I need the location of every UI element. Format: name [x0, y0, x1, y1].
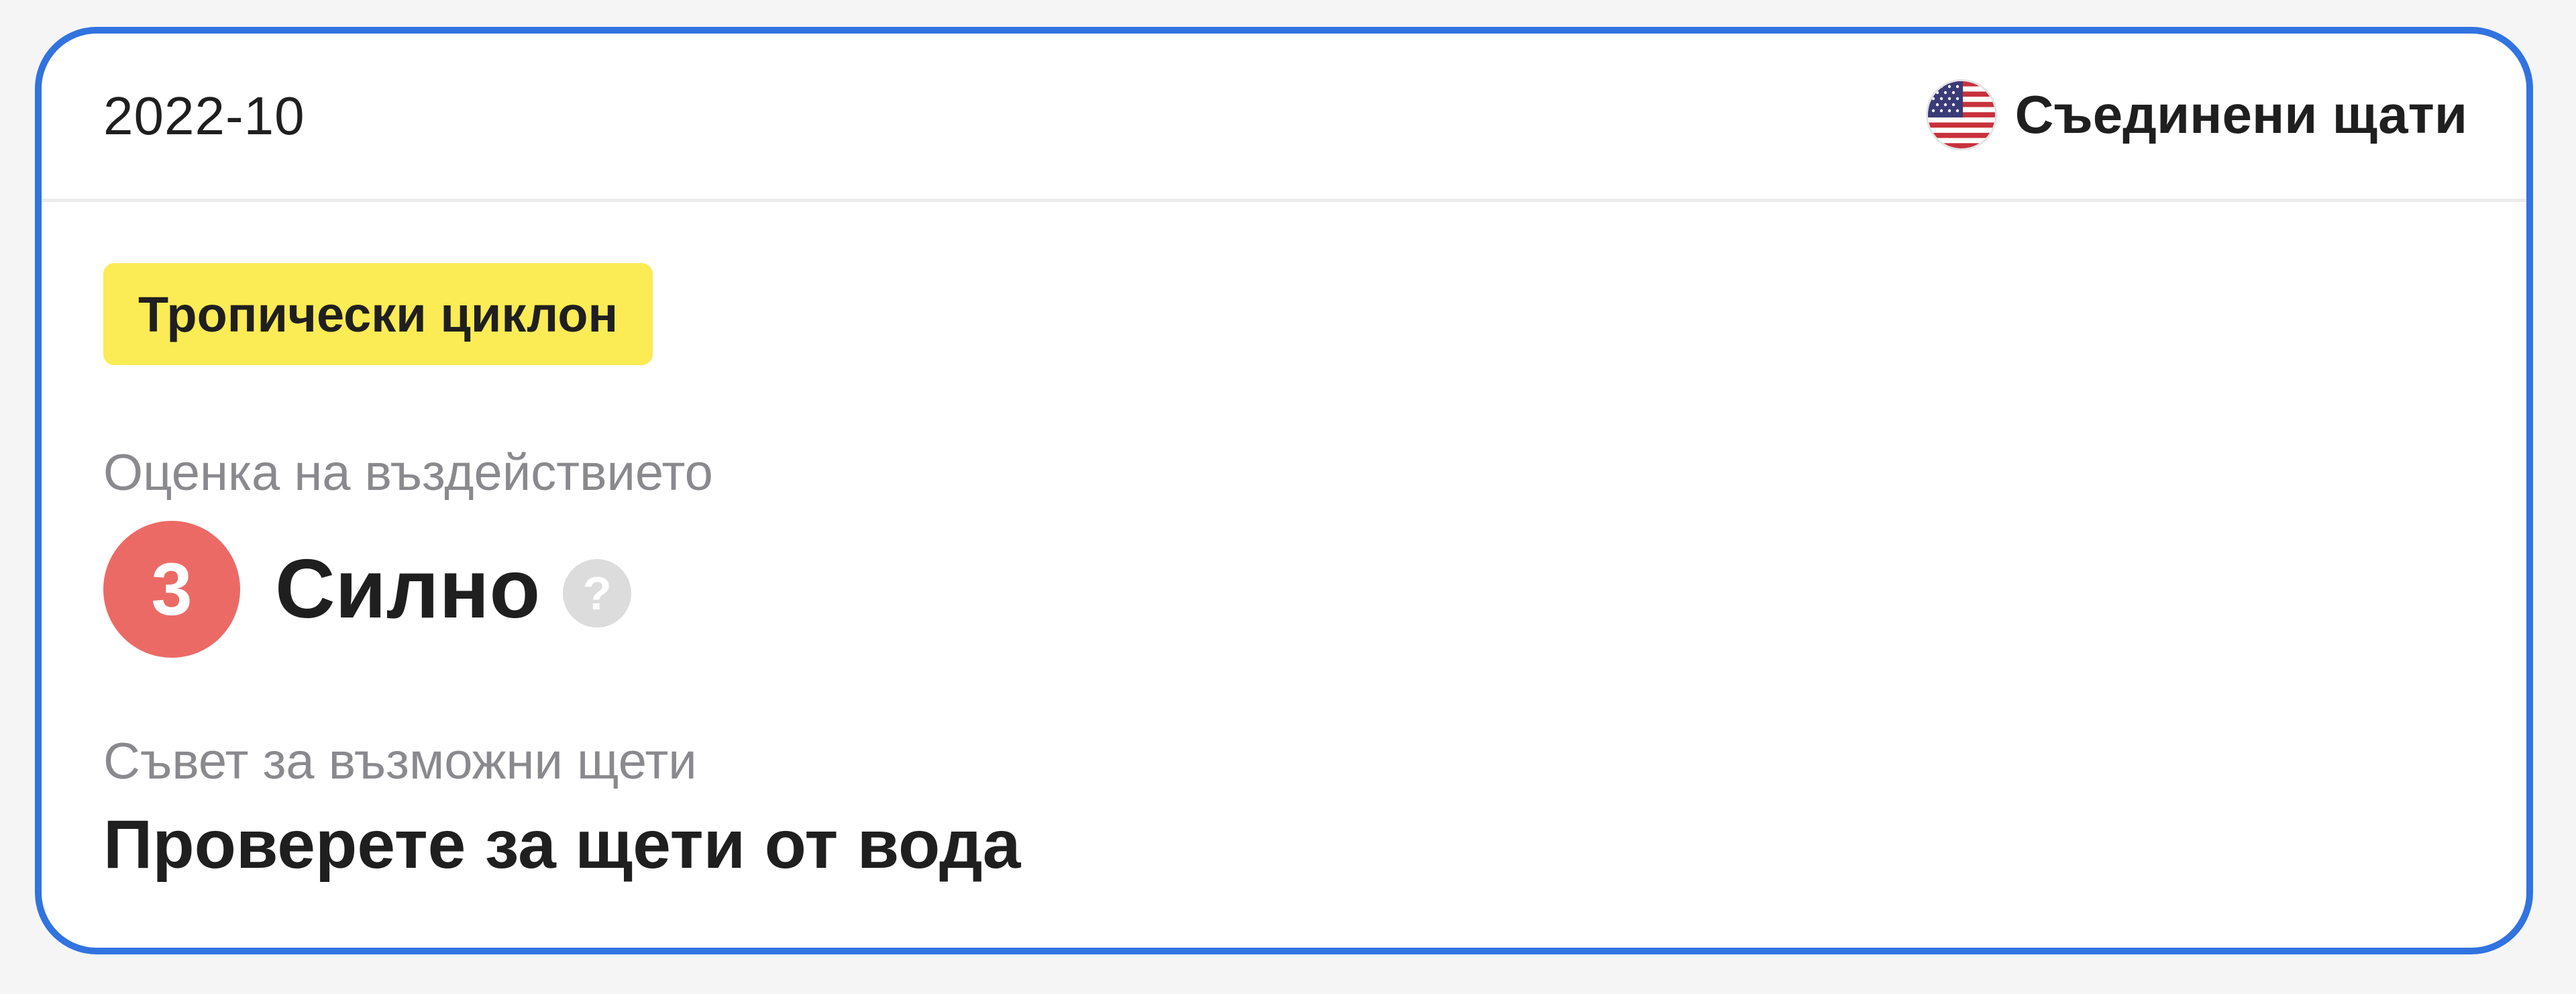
event-card[interactable]: 2022-10 Съединени щати Тропически циклон…: [35, 27, 2533, 954]
impact-label: Оценка на въздействието: [103, 444, 713, 501]
impact-assessment: 3 Силно ?: [103, 521, 632, 658]
impact-level-text: Силно: [275, 543, 541, 636]
country-info: Съединени щати: [1927, 78, 2467, 152]
event-date: 2022-10: [103, 86, 305, 146]
impact-level-badge: 3: [103, 521, 240, 658]
us-flag-icon: [1927, 81, 1995, 148]
advice-label: Съвет за възможни щети: [103, 733, 697, 790]
question-mark-icon[interactable]: ?: [563, 559, 632, 628]
card-header: 2022-10 Съединени щати: [42, 34, 2526, 202]
event-type-tag: Тропически циклон: [103, 263, 653, 365]
country-name: Съединени щати: [2015, 85, 2467, 144]
advice-text: Проверете за щети от вода: [103, 806, 1021, 883]
